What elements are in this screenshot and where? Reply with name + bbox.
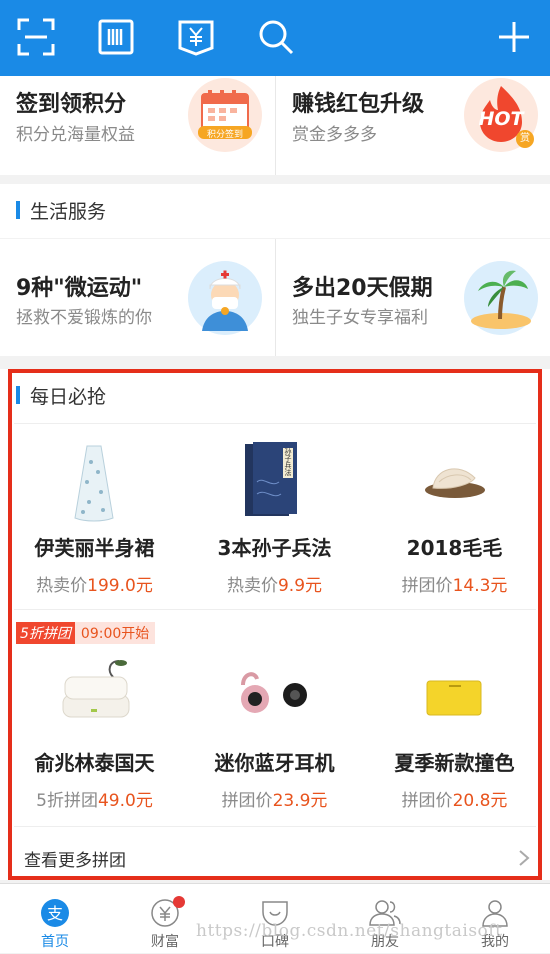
calendar-badge-text: 积分签到 <box>206 130 243 140</box>
promo-subtitle: 赏金多多多 <box>292 125 377 145</box>
promo-title: 赚钱红包升级 <box>292 92 425 117</box>
alipay-home-icon: 支 <box>41 899 69 927</box>
scan-icon[interactable] <box>15 14 57 60</box>
tab-home[interactable]: 支 首页 <box>0 884 110 954</box>
hot-fire-icon: HOT 赏 <box>464 78 538 152</box>
watermark-text: https://blog.csdn.net/shangtaisoft <box>196 921 503 941</box>
promo-subtitle: 积分兑海量权益 <box>16 125 135 145</box>
promo-title: 签到领积分 <box>16 92 127 117</box>
service-title: 9种"微运动" <box>16 276 143 301</box>
yuan-pay-icon[interactable] <box>175 14 217 60</box>
search-icon[interactable] <box>255 14 297 60</box>
tab-label: 首页 <box>41 934 69 950</box>
palm-beach-icon <box>464 261 538 335</box>
plus-icon[interactable] <box>493 14 535 60</box>
barcode-icon[interactable] <box>95 14 137 60</box>
tab-mine[interactable]: 我的 <box>440 884 550 954</box>
section-title: 生活服务 <box>30 201 107 223</box>
notification-dot <box>173 896 185 908</box>
life-services-header: 生活服务 <box>0 184 550 238</box>
reward-badge: 赏 <box>516 130 534 148</box>
svg-text:支: 支 <box>47 904 63 923</box>
divider <box>275 239 276 356</box>
bottom-tab-bar: 支 首页 财富 口碑 朋友 我的 <box>0 883 550 953</box>
tab-koubei[interactable]: 口碑 <box>220 884 330 954</box>
divider <box>275 76 276 175</box>
service-subtitle: 拯救不爱锻炼的你 <box>16 308 152 328</box>
top-bar <box>0 0 550 76</box>
doctor-icon <box>188 261 262 335</box>
hot-label: HOT <box>478 108 524 130</box>
section-accent-bar <box>16 201 20 219</box>
calendar-icon: 积分签到 <box>188 78 262 152</box>
tab-friends[interactable]: 朋友 <box>330 884 440 954</box>
tab-wealth[interactable]: 财富 <box>110 884 220 954</box>
service-title: 多出20天假期 <box>292 276 433 301</box>
service-subtitle: 独生子女专享福利 <box>292 308 428 328</box>
highlight-box <box>8 369 542 880</box>
